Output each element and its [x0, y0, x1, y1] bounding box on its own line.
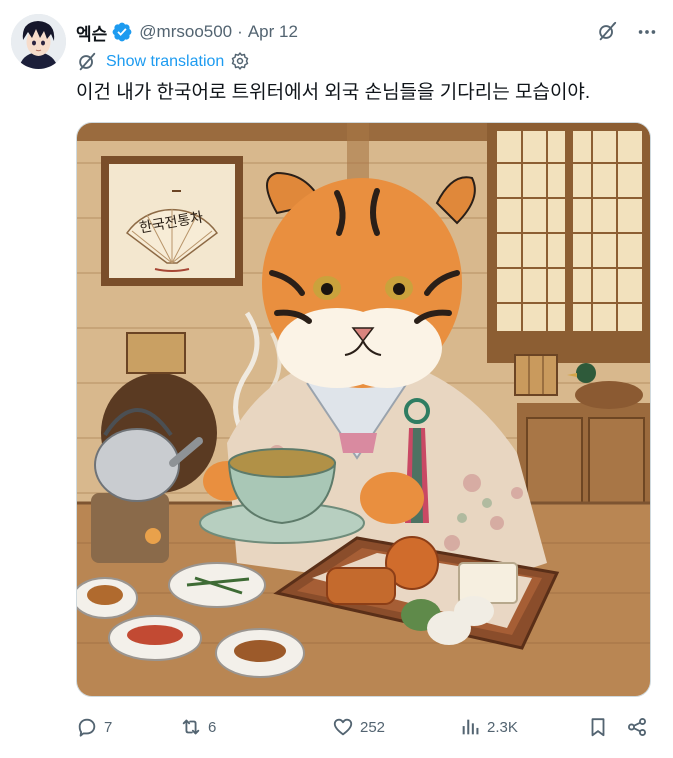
header-actions	[595, 20, 659, 44]
views-count: 2.3K	[487, 718, 518, 736]
like-count: 252	[360, 718, 386, 736]
translate-icon	[76, 51, 98, 73]
tweet-text: 이건 내가 한국어로 트위터에서 외국 손님들을 기다리는 모습이야.	[76, 82, 591, 103]
reply-button[interactable]: 7	[76, 716, 112, 738]
views-button[interactable]: 2.3K	[459, 716, 518, 738]
bookmark-icon	[587, 716, 609, 738]
display-name[interactable]: 엑슨	[76, 20, 107, 45]
more-icon[interactable]	[635, 20, 659, 44]
avatar-image	[11, 14, 66, 69]
tweet-actions: 7 6 252 2.3K	[76, 713, 651, 741]
repost-count: 6	[208, 718, 217, 736]
tweet-image[interactable]: 한국전통차	[76, 122, 651, 697]
tiger-tea-illustration: 한국전통차	[77, 123, 650, 696]
repost-button[interactable]: 6	[180, 716, 216, 738]
show-translation-link[interactable]: Show translation	[106, 53, 224, 71]
grok-icon[interactable]	[595, 20, 619, 44]
tweet-date[interactable]: Apr 12	[248, 22, 298, 42]
verified-badge-icon[interactable]	[111, 21, 133, 43]
repost-icon	[180, 716, 202, 738]
avatar[interactable]	[11, 14, 66, 69]
settings-icon[interactable]	[230, 51, 252, 73]
user-handle[interactable]: @mrsoo500	[139, 22, 232, 42]
like-icon	[332, 716, 354, 738]
bookmark-button[interactable]	[587, 716, 609, 738]
like-button[interactable]: 252	[332, 716, 385, 738]
show-translation-row: Show translation	[76, 50, 252, 74]
share-button[interactable]	[626, 716, 648, 738]
reply-icon	[76, 716, 98, 738]
separator-dot: ·	[237, 22, 243, 41]
views-icon	[459, 716, 481, 738]
reply-count: 7	[104, 718, 113, 736]
share-icon	[626, 716, 648, 738]
tweet-header: 엑슨 @mrsoo500 · Apr 12	[76, 18, 659, 46]
